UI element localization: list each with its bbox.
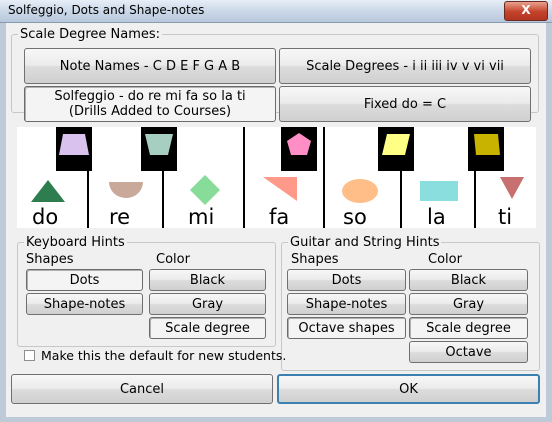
close-button[interactable]: X [504, 1, 548, 21]
note-label-re: re [109, 205, 131, 229]
default-checkbox-label[interactable]: Make this the default for new students. [41, 348, 286, 363]
note-label-do: do [32, 205, 59, 229]
right-triangle-icon [263, 177, 297, 201]
keyboard-shapes-header: Shapes [26, 252, 74, 267]
default-checkbox[interactable] [24, 350, 35, 361]
down-triangle-icon [500, 177, 524, 199]
rectangle-icon [420, 181, 458, 201]
guitar-octave-shapes-button[interactable]: Octave shapes [287, 317, 406, 339]
scale-degree-names-legend: Scale Degree Names: [20, 27, 161, 42]
note-label-la: la [427, 205, 446, 229]
keyboard-dots-button[interactable]: Dots [26, 269, 143, 291]
pentagon-icon [287, 133, 311, 155]
black-key-so-sharp [378, 127, 414, 171]
semicircle-icon [109, 182, 143, 198]
solfeggio-keyboard-strip: do re mi fa so la ti [17, 127, 536, 228]
oval-icon [342, 179, 378, 203]
window-title: Solfeggio, Dots and Shape-notes [8, 3, 205, 17]
guitar-dots-button[interactable]: Dots [287, 269, 406, 291]
parallelogram-icon [474, 134, 500, 155]
solfeggio-button[interactable]: Solfeggio - do re mi fa so la ti (Drills… [24, 86, 276, 122]
guitar-color-header: Color [428, 252, 462, 267]
black-key-re-sharp [141, 127, 177, 171]
key-divider [243, 127, 245, 228]
inverted-trapezoid-icon [145, 134, 173, 155]
triangle-icon [31, 180, 65, 202]
guitar-shape-notes-button[interactable]: Shape-notes [287, 293, 406, 315]
parallelogram-icon [382, 134, 410, 155]
cancel-button[interactable]: Cancel [11, 374, 273, 404]
black-key-do-sharp [56, 127, 92, 171]
guitar-hints-legend: Guitar and String Hints [290, 235, 440, 250]
note-label-ti: ti [498, 205, 513, 229]
ok-button[interactable]: OK [277, 374, 540, 404]
scale-degrees-button[interactable]: Scale Degrees - i ii iii iv v vi vii [279, 48, 531, 84]
keyboard-scale-degree-button[interactable]: Scale degree [149, 317, 266, 339]
dialog-body: Scale Degree Names: Note Names - C D E F… [6, 23, 546, 417]
fixed-do-button[interactable]: Fixed do = C [279, 86, 531, 122]
title-bar: Solfeggio, Dots and Shape-notes X [0, 0, 552, 23]
solfeggio-label: Solfeggio - do re mi fa so la ti [54, 89, 246, 104]
guitar-black-button[interactable]: Black [409, 269, 528, 291]
solfeggio-sublabel: (Drills Added to Courses) [68, 104, 232, 119]
diamond-icon [190, 175, 220, 205]
note-label-so: so [343, 205, 367, 229]
key-divider [323, 127, 325, 228]
note-label-fa: fa [269, 205, 290, 229]
keyboard-gray-button[interactable]: Gray [149, 293, 266, 315]
black-key-fa-sharp [281, 127, 317, 171]
guitar-scale-degree-button[interactable]: Scale degree [409, 317, 528, 339]
black-key-la-sharp [468, 127, 504, 171]
trapezoid-icon [59, 134, 89, 155]
guitar-shapes-header: Shapes [291, 252, 339, 267]
keyboard-hints-legend: Keyboard Hints [26, 235, 125, 250]
keyboard-color-header: Color [156, 252, 190, 267]
guitar-gray-button[interactable]: Gray [409, 293, 528, 315]
keyboard-shape-notes-button[interactable]: Shape-notes [26, 293, 143, 315]
keyboard-black-button[interactable]: Black [149, 269, 266, 291]
guitar-octave-button[interactable]: Octave [409, 341, 528, 363]
note-label-mi: mi [188, 205, 215, 229]
note-names-button[interactable]: Note Names - C D E F G A B [24, 48, 276, 84]
